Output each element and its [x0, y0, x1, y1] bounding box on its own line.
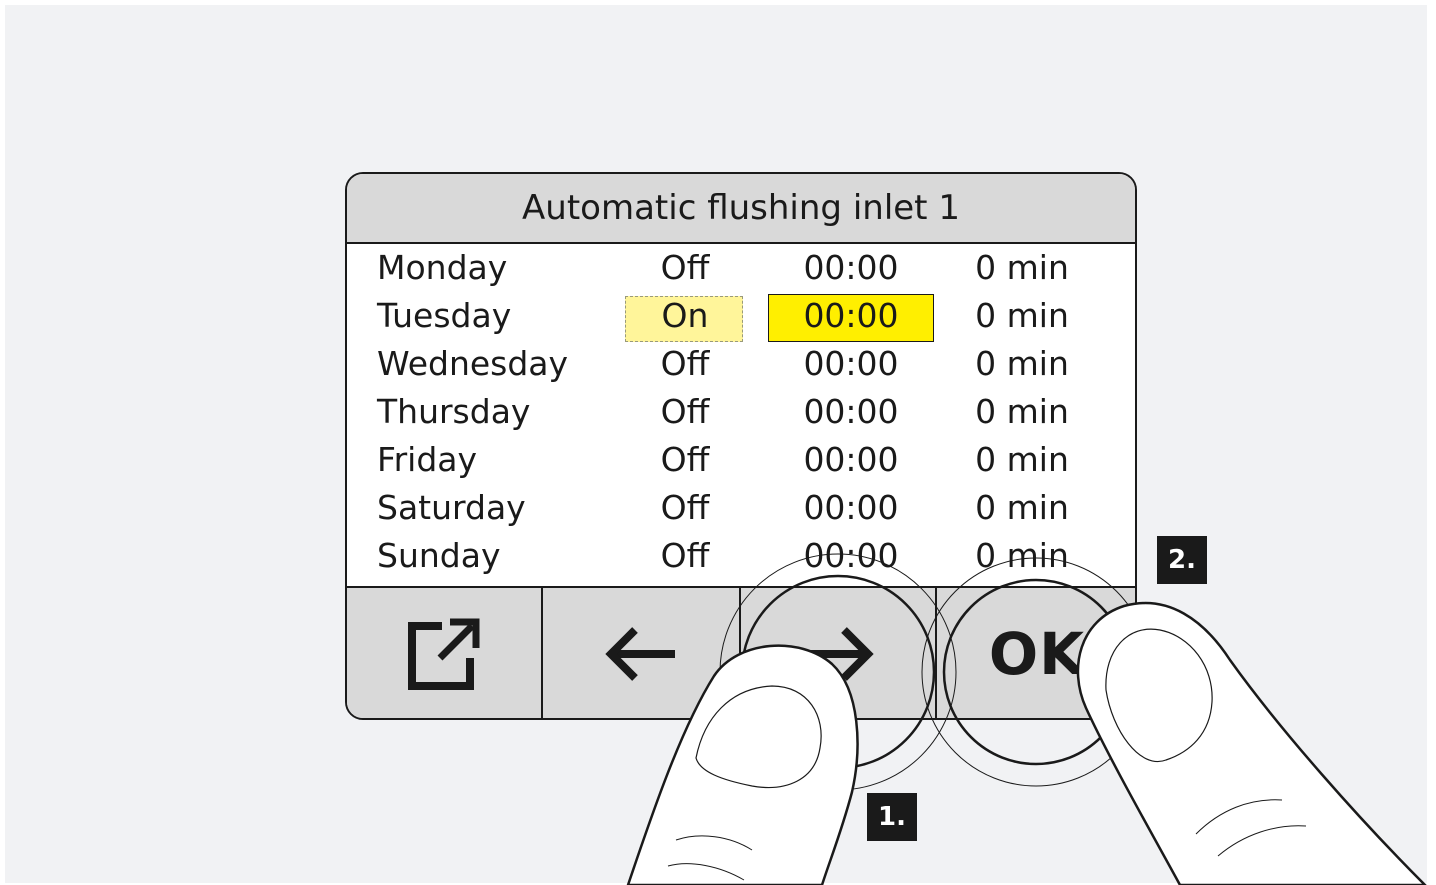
previous-button[interactable]: [543, 588, 741, 718]
duration-value[interactable]: 0 min: [957, 484, 1087, 532]
time-value[interactable]: 00:00: [767, 484, 935, 532]
day-label: Wednesday: [377, 344, 569, 383]
screen-title-text: Automatic flushing inlet 1: [522, 188, 960, 228]
duration-value[interactable]: 0 min: [957, 244, 1087, 292]
control-panel-screen: Automatic flushing inlet 1 Monday Off 00…: [345, 172, 1137, 720]
state-value[interactable]: Off: [625, 532, 745, 580]
step-1-label: 1.: [878, 802, 906, 832]
state-value[interactable]: Off: [625, 436, 745, 484]
state-value[interactable]: Off: [625, 484, 745, 532]
export-button[interactable]: [347, 588, 543, 718]
duration-value[interactable]: 0 min: [957, 340, 1087, 388]
day-label: Sunday: [377, 536, 501, 575]
schedule-row-wednesday[interactable]: Wednesday Off 00:00 0 min: [347, 340, 1135, 388]
step-2-label: 2.: [1168, 545, 1196, 575]
export-icon: [408, 618, 480, 690]
arrow-right-icon: [804, 627, 874, 681]
state-value[interactable]: Off: [625, 244, 745, 292]
flushing-schedule-table: Monday Off 00:00 0 min Tuesday On 00:00 …: [347, 244, 1135, 586]
duration-value[interactable]: 0 min: [957, 388, 1087, 436]
next-button[interactable]: [741, 588, 937, 718]
day-label: Tuesday: [377, 296, 512, 335]
schedule-row-thursday[interactable]: Thursday Off 00:00 0 min: [347, 388, 1135, 436]
arrow-left-icon: [605, 627, 675, 681]
schedule-row-monday[interactable]: Monday Off 00:00 0 min: [347, 244, 1135, 292]
duration-value[interactable]: 0 min: [957, 292, 1087, 340]
time-value[interactable]: 00:00: [767, 340, 935, 388]
day-label: Monday: [377, 248, 508, 287]
schedule-row-tuesday[interactable]: Tuesday On 00:00 0 min: [347, 292, 1135, 342]
schedule-row-saturday[interactable]: Saturday Off 00:00 0 min: [347, 484, 1135, 532]
ok-button[interactable]: OK: [937, 588, 1135, 718]
state-value[interactable]: On: [625, 292, 745, 340]
ok-label: OK: [988, 620, 1086, 688]
day-label: Friday: [377, 440, 478, 479]
schedule-row-sunday[interactable]: Sunday Off 00:00 0 min: [347, 532, 1135, 580]
duration-value[interactable]: 0 min: [957, 532, 1087, 580]
schedule-row-friday[interactable]: Friday Off 00:00 0 min: [347, 436, 1135, 484]
step-2-badge: 2.: [1157, 536, 1207, 584]
time-value[interactable]: 00:00: [767, 388, 935, 436]
duration-value[interactable]: 0 min: [957, 436, 1087, 484]
state-value[interactable]: Off: [625, 340, 745, 388]
time-value[interactable]: 00:00: [767, 292, 935, 340]
state-value[interactable]: Off: [625, 388, 745, 436]
day-label: Saturday: [377, 488, 526, 527]
screen-title: Automatic flushing inlet 1: [347, 174, 1135, 244]
step-1-badge: 1.: [867, 793, 917, 841]
button-bar: OK: [347, 586, 1135, 718]
time-value[interactable]: 00:00: [767, 436, 935, 484]
day-label: Thursday: [377, 392, 531, 431]
time-value[interactable]: 00:00: [767, 532, 935, 580]
time-value[interactable]: 00:00: [767, 244, 935, 292]
